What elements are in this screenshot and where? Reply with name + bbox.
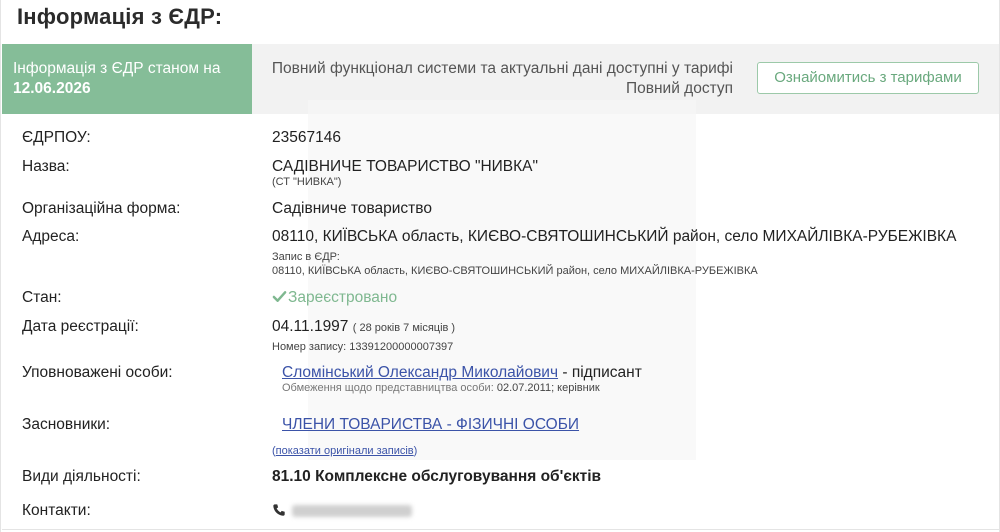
edr-date-box: Інформація з ЄДР станом на 12.06.2026 bbox=[2, 44, 252, 114]
state-label: Стан: bbox=[22, 289, 62, 306]
restriction-label: Обмеження щодо представництва особи: bbox=[282, 382, 494, 394]
address-value: 08110, КИЇВСЬКА область, КИЄВО-СВЯТОШИНС… bbox=[272, 228, 957, 245]
show-original-link[interactable]: показати оригінали записів bbox=[276, 445, 414, 457]
edr-panel: Інформація з ЄДР: Інформація з ЄДР стано… bbox=[0, 0, 1000, 532]
edrpou-label: ЄДРПОУ: bbox=[22, 129, 91, 146]
authorized-row: Сломінський Олександр Миколайович - підп… bbox=[282, 364, 642, 382]
show-original-close: ) bbox=[413, 445, 418, 457]
org-form-label: Організаційна форма: bbox=[22, 200, 181, 217]
restriction-wrap: Обмеження щодо представництва особи: 02.… bbox=[282, 381, 600, 395]
promo-text: Повний функціонал системи та актуальні д… bbox=[271, 60, 733, 97]
authorized-label: Уповноважені особи: bbox=[22, 364, 173, 381]
name-label: Назва: bbox=[22, 158, 70, 175]
record-number: 1339120000000739​7 bbox=[349, 341, 454, 353]
edrpou-value: 23567146 bbox=[272, 129, 341, 146]
reg-date-value: 04.11.1997 bbox=[272, 318, 349, 335]
address-label: Адреса: bbox=[22, 228, 80, 245]
reg-date-duration: ( 28 років 7 місяців ) bbox=[352, 322, 456, 334]
name-short: (СТ "НИВКА") bbox=[272, 176, 342, 188]
restriction-value: 02.07.2011; керівник bbox=[496, 382, 600, 394]
record-number-label: Номер запису: bbox=[272, 341, 347, 353]
watermark bbox=[308, 100, 696, 460]
authorized-role: - підписант bbox=[562, 364, 642, 381]
name-value: САДІВНИЧЕ ТОВАРИСТВО "НИВКА" bbox=[272, 158, 539, 175]
show-original-wrap: (показати оригінали записів) bbox=[272, 444, 417, 458]
address-record-value: 08110, КИЇВСЬКА область, КИЄВО-СВЯТОШИНС… bbox=[272, 265, 758, 277]
page-title: Інформація з ЄДР: bbox=[17, 4, 223, 29]
divider bbox=[2, 529, 999, 530]
state-value: Зареєстровано bbox=[288, 289, 398, 306]
authorized-person-link[interactable]: Сломінський Олександр Миколайович bbox=[282, 364, 558, 381]
founders-link[interactable]: ЧЛЕНИ ТОВАРИСТВА - ФІЗИЧНІ ОСОБИ bbox=[282, 416, 579, 434]
record-number-wrap: Номер запису: 1339120000000739​7 bbox=[272, 340, 453, 354]
activities-value: 81.10 Комплексне обслуговування об'єктів bbox=[272, 468, 602, 485]
org-form-value: Садівниче товариство bbox=[272, 200, 432, 217]
edr-date: 12.06.2026 bbox=[13, 80, 91, 97]
reg-date-wrap: 04.11.1997 ( 28 років 7 місяців ) bbox=[272, 318, 455, 336]
view-tariffs-button[interactable]: Ознайомитись з тарифами bbox=[757, 62, 979, 94]
reg-date-label: Дата реєстрації: bbox=[22, 318, 139, 335]
contacts-value-blurred bbox=[292, 505, 412, 517]
address-record-label: Запис в ЄДР: bbox=[272, 251, 340, 263]
check-icon bbox=[272, 291, 287, 302]
activities-label: Види діяльності: bbox=[22, 468, 141, 485]
contacts-label: Контакти: bbox=[22, 502, 91, 519]
phone-icon bbox=[273, 504, 285, 516]
founders-label: Засновники: bbox=[22, 416, 111, 433]
edr-date-prefix: Інформація з ЄДР станом на bbox=[13, 60, 221, 77]
state-value-wrap: Зареєстровано bbox=[272, 289, 397, 307]
